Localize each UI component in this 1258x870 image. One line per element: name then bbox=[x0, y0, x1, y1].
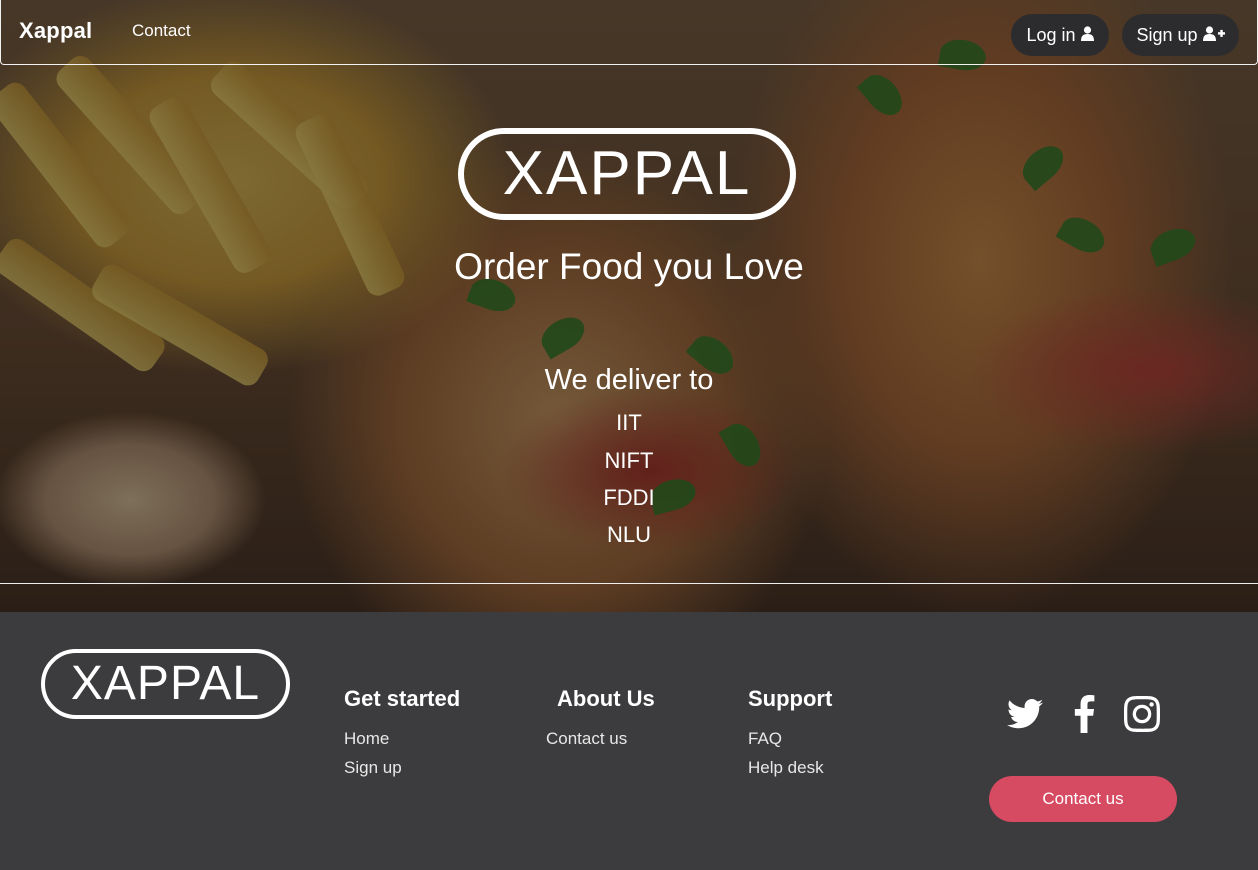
deliver-heading: We deliver to bbox=[544, 364, 714, 396]
delivery-location: FDDI bbox=[603, 485, 655, 510]
hero-section: Xappal Contact Log in Sign up XAPPAL Ord… bbox=[0, 0, 1258, 870]
login-button[interactable]: Log in bbox=[1011, 14, 1109, 56]
nav-link-contact[interactable]: Contact bbox=[132, 21, 191, 41]
delivery-location: NIFT bbox=[604, 448, 654, 473]
delivery-location: NLU bbox=[606, 522, 651, 547]
top-navbar: Xappal Contact Log in Sign up bbox=[0, 0, 1258, 65]
signup-label: Sign up bbox=[1136, 24, 1198, 45]
delivery-location: IIT bbox=[616, 410, 642, 435]
user-icon bbox=[1080, 25, 1094, 46]
hero-divider bbox=[0, 583, 1258, 584]
login-label: Log in bbox=[1026, 24, 1076, 45]
hero-tagline: Order Food you Love bbox=[454, 246, 804, 287]
hero-logo: XAPPAL bbox=[458, 128, 796, 220]
brand-logo-link[interactable]: Xappal bbox=[19, 18, 92, 44]
user-plus-icon bbox=[1202, 25, 1225, 46]
signup-button[interactable]: Sign up bbox=[1122, 14, 1239, 56]
